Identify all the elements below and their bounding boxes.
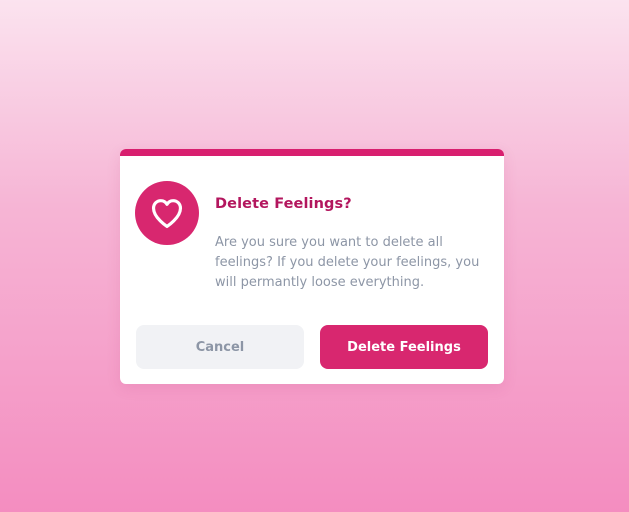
cancel-button[interactable]: Cancel: [136, 325, 304, 369]
dialog-title: Delete Feelings?: [215, 196, 352, 212]
dialog-message: Are you sure you want to delete all feel…: [215, 235, 480, 290]
heart-icon: [151, 199, 183, 229]
delete-dialog: Delete Feelings? Are you sure you want t…: [120, 149, 504, 384]
delete-feelings-button[interactable]: Delete Feelings: [320, 325, 488, 369]
heart-icon-badge: [135, 181, 199, 245]
dialog-accent-bar: [120, 149, 504, 156]
